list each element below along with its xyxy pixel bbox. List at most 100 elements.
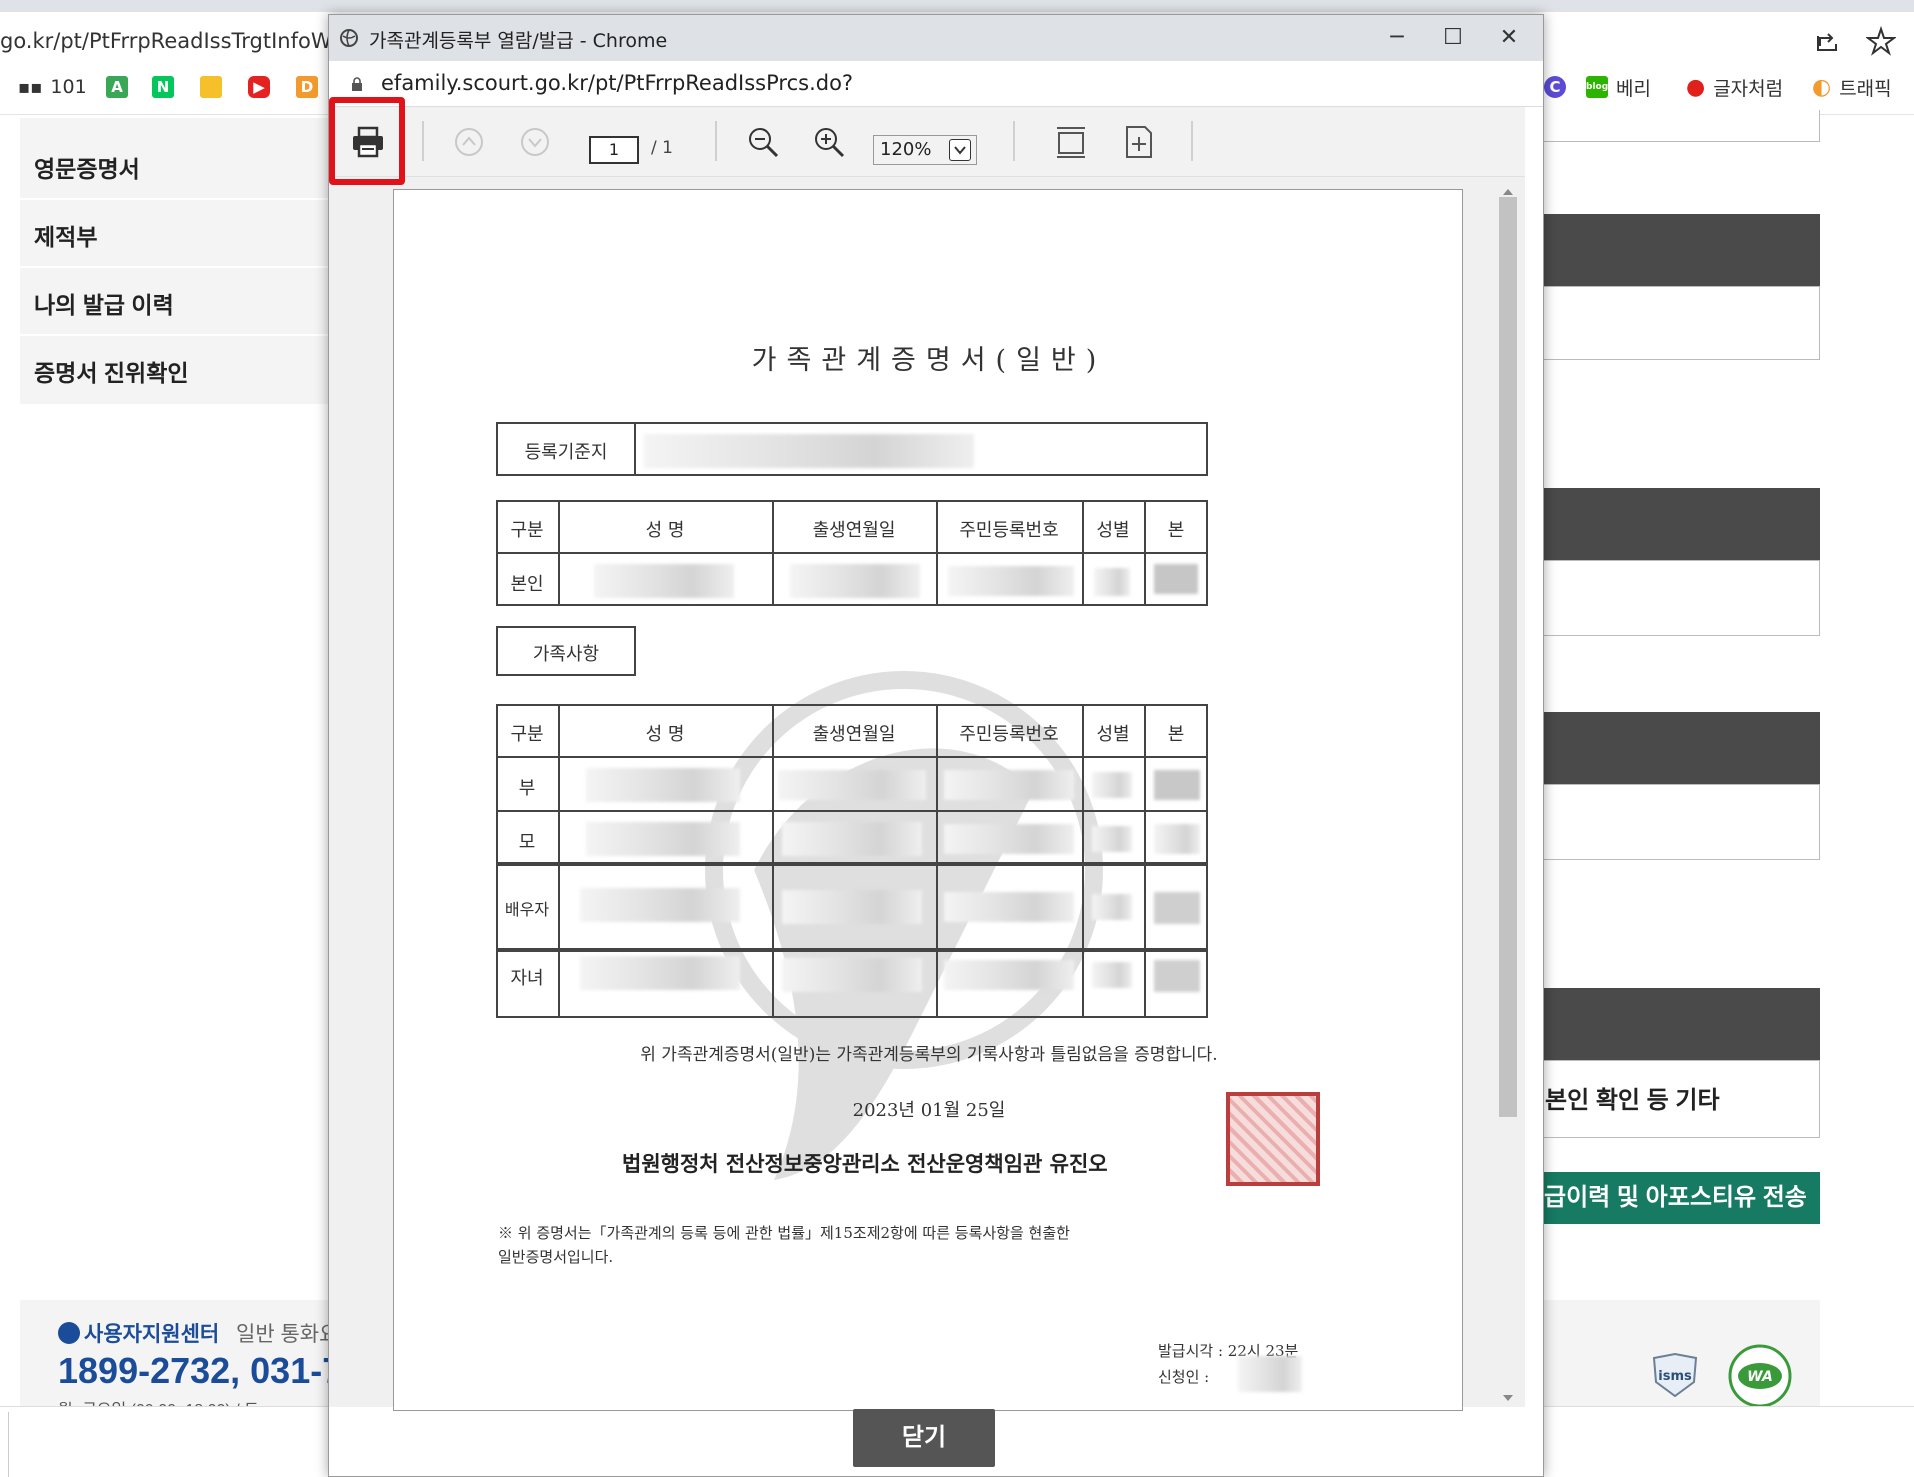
col-header-sex: 성별: [1096, 724, 1130, 745]
bookmark-d-icon: D: [296, 76, 318, 98]
menu-item-removed-register[interactable]: 제적부: [34, 218, 97, 252]
bookmark-dots-icon: ▪▪: [18, 76, 43, 98]
isms-logo: isms: [1650, 1352, 1700, 1398]
page-total: / 1: [651, 138, 673, 158]
bookmark-d[interactable]: D: [296, 74, 318, 100]
blog-icon: blog: [1586, 76, 1608, 98]
bookmark-traffic[interactable]: ◐ 트래픽: [1812, 74, 1892, 100]
bookmark-a-icon: A: [106, 76, 128, 98]
menu-item-verify[interactable]: 증명서 진위확인: [34, 354, 189, 388]
support-center-title: 사용자지원센터: [84, 1323, 220, 1346]
arrow-up-circle-icon: [455, 128, 483, 156]
background-address-bar[interactable]: go.kr/pt/PtFrrpReadIssTrgtInfoW.do: [0, 22, 330, 60]
bookmark-c[interactable]: C: [1544, 74, 1566, 100]
close-window-button[interactable]: ✕: [1481, 15, 1537, 61]
table-col-line: [558, 704, 560, 1018]
bookmark-n[interactable]: N: [152, 74, 174, 100]
zoom-in-button[interactable]: [809, 121, 849, 163]
support-phone: 1899-2732, 031-7: [58, 1350, 343, 1391]
traffic-logo-icon: ◐: [1812, 74, 1832, 100]
page-number-input[interactable]: 1: [589, 136, 639, 164]
row-label-father: 부: [518, 778, 536, 799]
next-page-button[interactable]: [515, 121, 555, 163]
bottom-divider: [8, 1412, 9, 1477]
right-panel-box: [1540, 784, 1820, 860]
redacted-value: [594, 564, 734, 598]
popup-titlebar: 가족관계등록부 열람/발급 - Chrome ─ ☐ ✕: [329, 15, 1543, 61]
col-header-rrn: 주민등록번호: [959, 724, 1059, 745]
toolbar-divider: [715, 121, 717, 161]
redacted-value: [580, 888, 740, 922]
applicant-label: 신청인 :: [1158, 1368, 1210, 1386]
svg-text:WA: WA: [1747, 1369, 1773, 1385]
menu-item-english-cert[interactable]: 영문증명서: [34, 150, 140, 184]
redacted-value: [944, 770, 1074, 800]
fit-width-button[interactable]: [1051, 121, 1091, 163]
table-col-line: [1082, 704, 1084, 1018]
prev-page-button[interactable]: [449, 121, 489, 163]
fit-width-icon: [1057, 127, 1085, 158]
menu-item-my-history[interactable]: 나의 발급 이력: [34, 286, 174, 320]
table-col-line: [936, 704, 938, 1018]
chevron-down-icon: [954, 146, 966, 155]
certification-statement: 위 가족관계증명서(일반)는 가족관계등록부의 기록사항과 틀림없음을 증명합니…: [640, 1045, 1218, 1065]
zoom-out-button[interactable]: [743, 121, 783, 163]
redacted-value: [580, 956, 740, 990]
col-header-origin: 본: [1167, 520, 1185, 541]
bookmark-101[interactable]: ▪▪ 101: [18, 74, 87, 100]
print-popup-window: 가족관계등록부 열람/발급 - Chrome ─ ☐ ✕ efamily.sco…: [328, 14, 1544, 1477]
certificate-page: 가족관계증명서(일반) 등록기준지 구분 성 명 출생연월일 주민등록번호 성별…: [393, 189, 1463, 1411]
row-label-self: 본인: [510, 574, 544, 595]
registration-label: 등록기준지: [524, 442, 608, 463]
redacted-value: [644, 434, 974, 468]
right-panel-header: [1540, 712, 1820, 784]
minimize-button[interactable]: ─: [1369, 15, 1425, 61]
zoom-out-icon: [749, 128, 779, 158]
maximize-button[interactable]: ☐: [1425, 15, 1481, 61]
redacted-value: [1092, 772, 1132, 798]
bookmark-blog[interactable]: blog 베리: [1586, 74, 1651, 100]
col-header-type: 구분: [510, 520, 544, 541]
row-label-child: 자녀: [510, 968, 544, 989]
bookmark-a[interactable]: A: [106, 74, 128, 100]
close-button[interactable]: 닫기: [853, 1409, 995, 1467]
col-header-type: 구분: [510, 724, 544, 745]
bookmark-naver-icon: N: [152, 76, 174, 98]
popup-address-bar[interactable]: efamily.scourt.go.kr/pt/PtFrrpReadIssPrc…: [329, 61, 1543, 107]
phone-icon: [58, 1322, 80, 1344]
close-icon: ✕: [1499, 25, 1519, 50]
menu-divider: [20, 266, 330, 268]
viewer-scrollbar-thumb[interactable]: [1499, 197, 1517, 1117]
right-panel-header: [1540, 988, 1820, 1060]
right-panel-header: [1540, 214, 1820, 286]
toolbar-divider: [422, 121, 424, 161]
print-button-highlight: [329, 97, 405, 185]
redacted-value: [944, 960, 1074, 990]
official-seal-icon: [1226, 1092, 1320, 1186]
col-header-name: 성 명: [645, 724, 685, 745]
zoom-in-icon: [815, 128, 845, 158]
col-header-birth: 출생연월일: [812, 520, 896, 541]
zoom-dropdown-button[interactable]: [949, 139, 971, 161]
right-panel-box: [1540, 110, 1820, 142]
star-icon[interactable]: [1865, 25, 1897, 56]
maximize-icon: ☐: [1443, 25, 1463, 50]
scroll-down-icon[interactable]: [1501, 1393, 1515, 1403]
fit-page-button[interactable]: [1119, 121, 1159, 163]
bookmark-sheets[interactable]: [200, 74, 222, 100]
bookmark-map[interactable]: ● 글자처럼: [1686, 74, 1783, 100]
scroll-up-icon[interactable]: [1501, 187, 1515, 197]
redacted-value: [1154, 564, 1198, 594]
issue-history-button[interactable]: 급이력 및 아포스티유 전송: [1540, 1172, 1820, 1224]
map-pin-icon: ●: [1686, 74, 1706, 100]
arrow-down-circle-icon: [521, 128, 549, 156]
right-panel-box: [1540, 560, 1820, 636]
legal-note-line1: ※ 위 증명서는「가족관계의 등록 등에 관한 법률」제15조제2항에 따른 등…: [498, 1224, 1070, 1242]
browser-tab-strip: [0, 0, 1914, 12]
bookmark-youtube[interactable]: ▶: [248, 74, 270, 100]
col-header-rrn: 주민등록번호: [959, 520, 1059, 541]
wa-certification-logo: WA: [1720, 1344, 1800, 1408]
lock-icon: [352, 77, 362, 91]
table-col-line: [1144, 704, 1146, 1018]
menu-divider: [20, 198, 330, 200]
